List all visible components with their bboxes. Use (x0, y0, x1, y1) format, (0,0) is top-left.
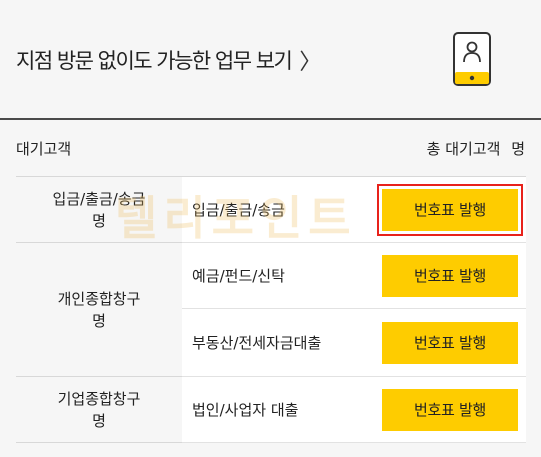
service-row: 입금/출금/송금 번호표 발행 (182, 177, 526, 243)
service-list: 예금/펀드/신탁 번호표 발행 부동산/전세자금대출 번호표 발행 (182, 243, 526, 377)
group-row-deposit: 입금/출금/송금 명 입금/출금/송금 번호표 발행 (16, 177, 526, 243)
category-label: 기업종합창구 (57, 389, 141, 408)
total-waiting-label: 총 대기고객 (426, 139, 501, 158)
remote-service-link[interactable]: 지점 방문 없이도 가능한 업무 보기 〉 (16, 44, 321, 76)
category-count-unit: 명 (92, 411, 106, 430)
service-label: 입금/출금/송금 (192, 201, 285, 219)
waiting-summary: 대기고객 총 대기고객 명 (0, 120, 541, 176)
issue-ticket-button[interactable]: 번호표 발행 (382, 388, 518, 431)
total-waiting-unit: 명 (511, 139, 525, 158)
service-row: 부동산/전세자금대출 번호표 발행 (182, 309, 526, 377)
service-label: 부동산/전세자금대출 (192, 334, 322, 352)
category-cell: 입금/출금/송금 명 (16, 177, 182, 243)
mobile-phone-user-icon (453, 32, 491, 86)
service-list: 입금/출금/송금 번호표 발행 (182, 177, 526, 243)
category-count-unit: 명 (92, 211, 106, 230)
remote-service-banner[interactable]: 지점 방문 없이도 가능한 업무 보기 〉 (0, 0, 541, 118)
waiting-label: 대기고객 (16, 139, 72, 158)
service-label: 예금/펀드/신탁 (192, 267, 285, 285)
category-count-unit: 명 (92, 311, 106, 330)
service-row: 법인/사업자 대출 번호표 발행 (182, 377, 526, 443)
service-row: 예금/펀드/신탁 번호표 발행 (182, 243, 526, 309)
issue-ticket-button[interactable]: 번호표 발행 (377, 183, 523, 236)
issue-ticket-button[interactable]: 번호표 발행 (382, 321, 518, 364)
banner-title: 지점 방문 없이도 가능한 업무 보기 (16, 49, 293, 73)
issue-ticket-button[interactable]: 번호표 발행 (382, 254, 518, 297)
service-label: 법인/사업자 대출 (192, 401, 299, 419)
category-cell: 개인종합창구 명 (16, 243, 182, 377)
category-cell: 기업종합창구 명 (16, 377, 182, 443)
service-list: 법인/사업자 대출 번호표 발행 (182, 377, 526, 443)
queue-table: 입금/출금/송금 명 입금/출금/송금 번호표 발행 개인종합창구 명 예금/펀… (16, 176, 526, 443)
category-label: 개인종합창구 (57, 289, 141, 308)
chevron-right-icon: 〉 (299, 50, 321, 75)
category-label: 입금/출금/송금 (52, 189, 146, 208)
group-row-business: 기업종합창구 명 법인/사업자 대출 번호표 발행 (16, 377, 526, 443)
total-waiting: 총 대기고객 명 (421, 138, 525, 159)
group-row-personal: 개인종합창구 명 예금/펀드/신탁 번호표 발행 부동산/전세자금대출 번호표 … (16, 243, 526, 377)
